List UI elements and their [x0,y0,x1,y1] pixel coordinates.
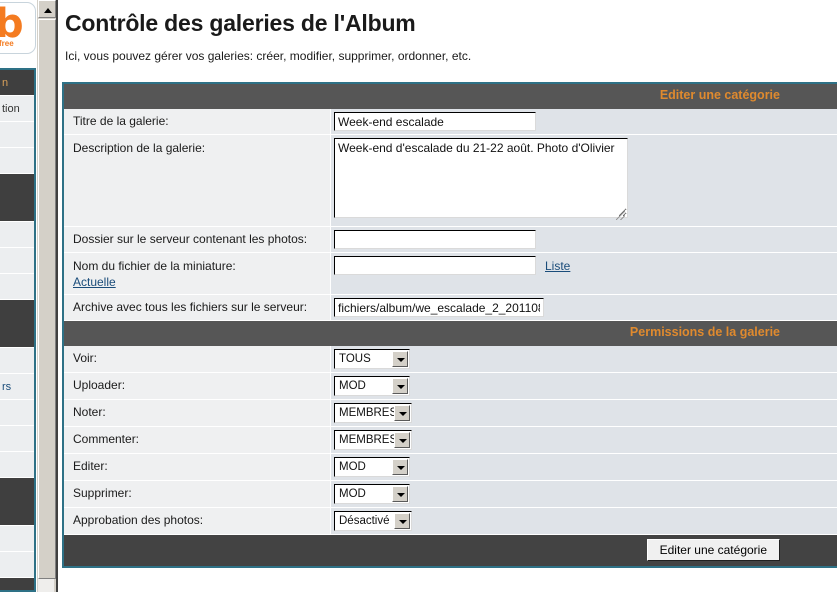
chevron-down-icon[interactable] [392,486,408,502]
sidebar-item-7[interactable] [0,274,34,300]
gallery-title-label: Titre de la galerie: [64,109,331,134]
permission-upload-label: Uploader: [64,373,331,399]
form-footer: Editer une catégorie [64,535,837,566]
chevron-up-icon [44,8,52,13]
chevron-down-icon[interactable] [392,459,408,475]
permission-delete-value-cell: MOD [331,481,837,507]
sidebar-item-6[interactable] [0,248,34,274]
row-permission-edit: Editer: MOD [64,454,837,481]
gallery-description-textarea[interactable]: Week-end d'escalade du 21-22 août. Photo… [334,138,628,218]
archive-file-label: Archive avec tous les fichiers sur le se… [64,295,331,320]
thumbnail-current-link[interactable]: Actuelle [73,275,330,289]
row-permission-comment: Commenter: MEMBRES [64,427,837,454]
row-thumbnail-filename: Nom du fichier de la miniature: Actuelle… [64,253,837,295]
permission-rate-value-cell: MEMBRES [331,400,837,426]
logo-tagline: free [0,39,14,48]
thumbnail-list-link[interactable]: Liste [545,259,570,273]
permission-upload-value-cell: MOD [331,373,837,399]
gallery-title-input[interactable] [334,112,536,131]
photo-approval-select[interactable]: Désactivé [334,511,412,531]
permissions-header: Permissions de la galerie [64,321,837,346]
row-photo-approval: Approbation des photos: Désactivé [64,508,837,535]
sidebar-item-15[interactable] [0,526,34,552]
page-subtitle: Ici, vous pouvez gérer vos galeries: cré… [65,49,472,63]
photo-approval-value-cell: Désactivé [331,508,837,534]
sidebar-item-13[interactable] [0,452,34,478]
permission-edit-label: Editer: [64,454,331,480]
permission-rate-select[interactable]: MEMBRES [334,403,412,423]
row-gallery-title: Titre de la galerie: [64,109,837,135]
permissions-header-label: Permissions de la galerie [629,325,780,339]
sidebar-item-4[interactable] [0,174,34,222]
server-folder-label: Dossier sur le serveur contenant les pho… [64,227,331,252]
free-logo: b free [0,2,36,54]
main-content: Contrôle des galeries de l'Album Ici, vo… [59,0,837,592]
gallery-description-label: Description de la galerie: [64,135,331,226]
chevron-down-icon[interactable] [394,405,410,421]
sidebar-item-5[interactable] [0,222,34,248]
thumbnail-filename-label: Nom du fichier de la miniature: [73,259,236,273]
sidebar-item-14[interactable] [0,478,34,526]
submit-edit-category-button[interactable]: Editer une catégorie [646,539,780,561]
row-permission-view: Voir: TOUS [64,346,837,373]
row-permission-rate: Noter: MEMBRES [64,400,837,427]
sidebar-item-11[interactable] [0,400,34,426]
sidebar-item-16[interactable] [0,552,34,578]
row-archive-file: Archive avec tous les fichiers sur le se… [64,295,837,321]
permission-delete-label: Supprimer: [64,481,331,507]
permission-view-select[interactable]: TOUS [334,349,410,369]
server-folder-input[interactable] [334,230,536,249]
textarea-holder: Week-end d'escalade du 21-22 août. Photo… [334,138,628,223]
permission-rate-label: Noter: [64,400,331,426]
chevron-down-icon[interactable] [392,351,408,367]
thumbnail-filename-input[interactable] [334,256,536,275]
photo-approval-label: Approbation des photos: [64,508,331,534]
sidebar: b free n tion rs [0,0,36,592]
sidebar-item-17[interactable] [0,578,34,590]
permission-upload-select[interactable]: MOD [334,376,410,396]
edit-category-header-label: Editer une catégorie [659,88,780,102]
vertical-scrollbar[interactable] [36,0,58,592]
sidebar-nav-panel: n tion rs [0,68,36,592]
gallery-description-value-cell: Week-end d'escalade du 21-22 août. Photo… [331,135,837,226]
edit-category-header: Editer une catégorie [64,84,837,109]
sidebar-item-12[interactable] [0,426,34,452]
thumbnail-filename-value-cell: Liste [331,253,837,294]
permission-comment-label: Commenter: [64,427,331,453]
permission-comment-value-cell: MEMBRES [331,427,837,453]
chevron-down-icon[interactable] [392,378,408,394]
logo-letter: b [0,4,25,44]
row-permission-delete: Supprimer: MOD [64,481,837,508]
row-gallery-description: Description de la galerie: Week-end d'es… [64,135,837,227]
gallery-edit-form: Editer une catégorie Titre de la galerie… [62,82,837,568]
page-title: Contrôle des galeries de l'Album [65,10,416,36]
archive-file-input[interactable] [334,298,544,317]
sidebar-item-2[interactable] [0,122,34,148]
permission-view-value-cell: TOUS [331,346,837,372]
sidebar-item-8[interactable] [0,300,34,348]
permission-edit-select[interactable]: MOD [334,457,410,477]
sidebar-item-9[interactable] [0,348,34,374]
row-permission-upload: Uploader: MOD [64,373,837,400]
sidebar-item-1[interactable]: tion [0,96,34,122]
archive-file-value-cell [331,295,837,320]
gallery-title-value-cell [331,109,837,134]
permission-edit-value-cell: MOD [331,454,837,480]
chevron-down-icon[interactable] [394,432,410,448]
sidebar-item-10[interactable]: rs [0,374,34,400]
row-server-folder: Dossier sur le serveur contenant les pho… [64,227,837,253]
sidebar-item-3[interactable] [0,148,34,174]
scrollbar-thumb[interactable] [38,19,56,579]
screen-root: b free n tion rs [0,0,837,592]
permission-delete-select[interactable]: MOD [334,484,410,504]
sidebar-item-0[interactable]: n [0,70,34,96]
server-folder-value-cell [331,227,837,252]
permission-comment-select[interactable]: MEMBRES [334,430,412,450]
chevron-down-icon[interactable] [394,513,410,529]
scroll-up-button[interactable] [38,0,56,18]
permission-view-label: Voir: [64,346,331,372]
thumbnail-filename-label-cell: Nom du fichier de la miniature: Actuelle [64,253,331,294]
